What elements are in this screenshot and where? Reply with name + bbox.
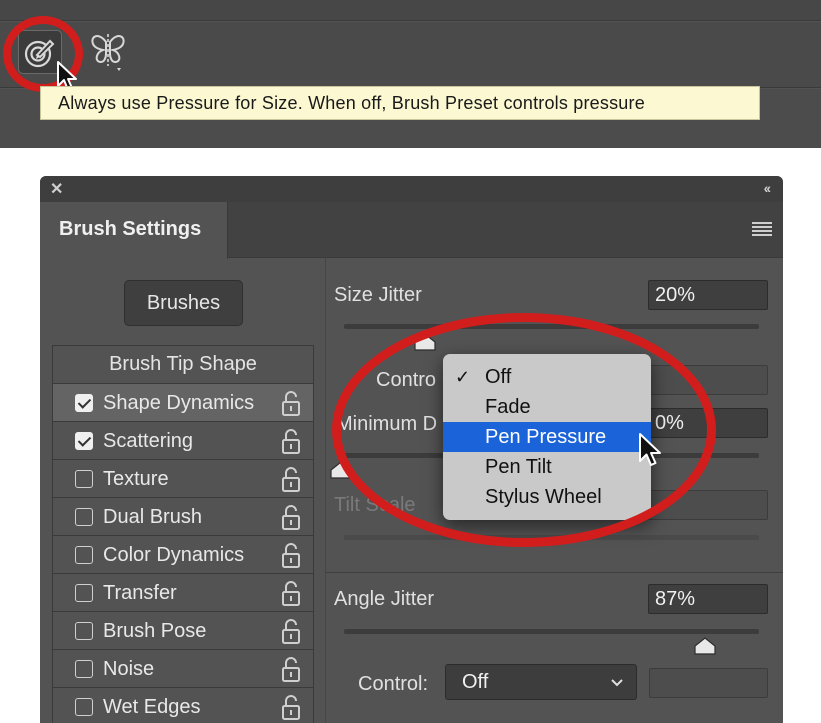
list-item-label: Texture [103,468,169,490]
control-extra-field-2 [649,668,768,698]
top-ruler [0,0,821,21]
lock-icon[interactable] [281,581,301,607]
collapse-icon[interactable]: ‹‹ [764,180,771,196]
list-item-label: Scattering [103,430,194,452]
list-item-label: Dual Brush [103,506,202,528]
list-item-label: Noise [103,658,155,680]
checkbox[interactable] [75,698,93,716]
lock-icon[interactable] [281,505,301,531]
checkbox[interactable] [75,394,93,412]
list-item-texture[interactable]: Texture [53,460,313,498]
tab-brush-settings[interactable]: Brush Settings [40,202,228,259]
lock-icon[interactable] [281,543,301,569]
angle-jitter-field[interactable]: 87% [648,584,768,614]
checkbox[interactable] [75,584,93,602]
mouse-cursor-icon [639,433,661,466]
brushes-button[interactable]: Brushes [124,280,243,326]
symmetry-button[interactable] [86,30,130,74]
control-label: Control: [358,673,429,695]
list-item-label: Wet Edges [103,696,201,718]
brush-options-list: Brush Tip Shape Shape Dynamics Scattering… [52,345,314,723]
size-jitter-label: Size Jitter [334,284,422,306]
angle-jitter-label: Angle Jitter [334,588,435,610]
list-item-label: Color Dynamics [103,544,245,566]
list-item-label: Brush Pose [103,620,207,642]
checkbox[interactable] [75,622,93,640]
lock-icon[interactable] [281,391,301,417]
chevron-down-icon [611,679,623,687]
list-item-transfer[interactable]: Transfer [53,574,313,612]
annotation-circle-dropdown [332,313,716,547]
options-bar: Always use Pressure for Size. When off, … [0,0,821,148]
list-item-label: Transfer [103,582,177,604]
control-select-value: Off [462,671,489,693]
list-item-scattering[interactable]: Scattering [53,422,313,460]
angle-jitter-slider[interactable] [344,629,759,634]
list-item-brush-tip-shape[interactable]: Brush Tip Shape [53,346,313,384]
checkbox[interactable] [75,546,93,564]
checkbox[interactable] [75,470,93,488]
control-select[interactable]: Off [445,664,637,700]
checkbox[interactable] [75,660,93,678]
list-item-noise[interactable]: Noise [53,650,313,688]
list-item-brush-pose[interactable]: Brush Pose [53,612,313,650]
lock-icon[interactable] [281,619,301,645]
lock-icon[interactable] [281,695,301,721]
list-item-shape-dynamics[interactable]: Shape Dynamics [53,384,313,422]
lock-icon[interactable] [281,429,301,455]
list-item-wet-edges[interactable]: Wet Edges [53,688,313,723]
tab-strip: Brush Settings [40,202,783,259]
checkbox[interactable] [75,508,93,526]
size-jitter-field[interactable]: 20% [648,280,768,310]
close-icon[interactable]: ✕ [50,179,63,199]
panel-titlebar: ✕ ‹‹ [40,176,783,202]
tooltip: Always use Pressure for Size. When off, … [40,86,760,120]
list-item-dual-brush[interactable]: Dual Brush [53,498,313,536]
list-item-label: Shape Dynamics [103,392,255,414]
panel-divider [325,258,326,723]
panel-menu-icon[interactable] [752,222,772,236]
checkbox[interactable] [75,432,93,450]
section-separator [326,572,783,573]
lock-icon[interactable] [281,467,301,493]
butterfly-symmetry-icon [91,34,125,71]
list-item-color-dynamics[interactable]: Color Dynamics [53,536,313,574]
angle-jitter-thumb[interactable] [693,637,717,655]
lock-icon[interactable] [281,657,301,683]
